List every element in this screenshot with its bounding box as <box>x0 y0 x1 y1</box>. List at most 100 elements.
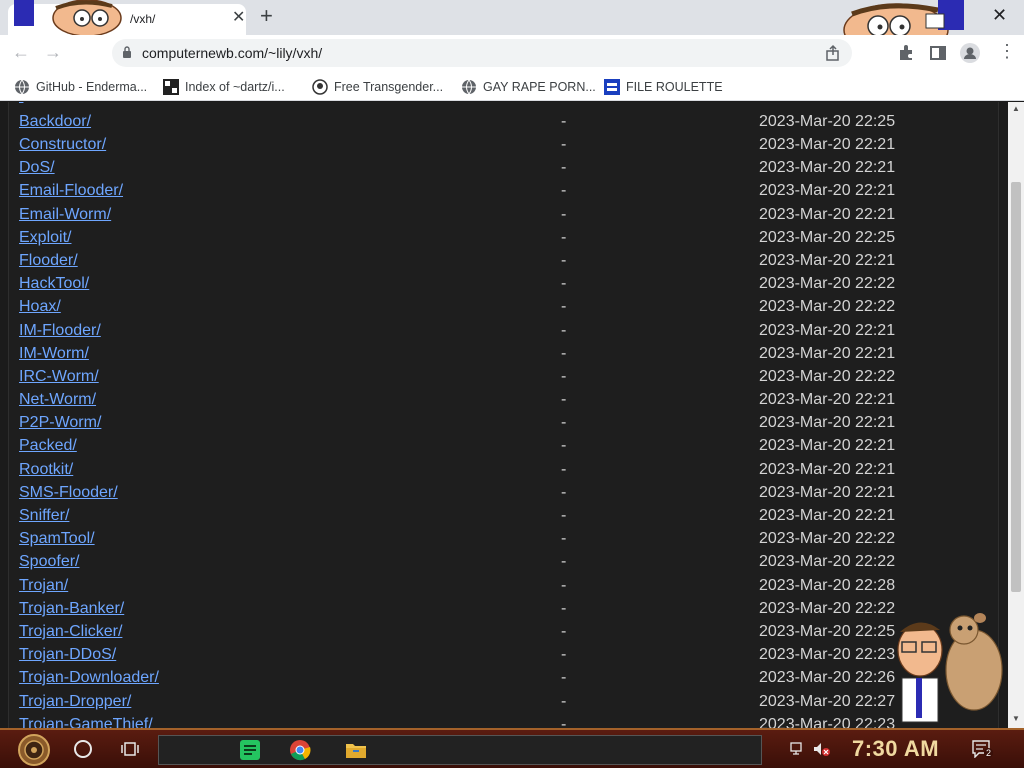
directory-link[interactable]: IRC-Worm/ <box>19 368 99 386</box>
table-row: P2P-Worm/ - 2023-Mar-20 22:21 <box>9 412 1000 435</box>
bookmark-item[interactable]: FILE ROULETTE <box>604 77 723 97</box>
size-cell: - <box>561 461 567 478</box>
directory-link[interactable]: Constructor/ <box>19 136 106 154</box>
directory-link[interactable]: Trojan-GameThief/ <box>19 716 153 728</box>
table-row: Email-Flooder/ - 2023-Mar-20 22:21 <box>9 180 1000 203</box>
size-cell: - <box>561 693 567 710</box>
table-row: IM-Flooder/ - 2023-Mar-20 22:21 <box>9 320 1000 343</box>
parent-directory-link-cut[interactable] <box>19 102 23 106</box>
table-row: Net-Worm/ - 2023-Mar-20 22:21 <box>9 389 1000 412</box>
browser-tab[interactable]: /vxh/ ✕ <box>8 0 246 37</box>
directory-link[interactable]: Trojan-Dropper/ <box>19 693 131 711</box>
size-cell: - <box>561 530 567 547</box>
bookmark-item[interactable]: GitHub - Enderma... <box>14 77 147 97</box>
table-row: Trojan/ - 2023-Mar-20 22:28 <box>9 575 1000 598</box>
directory-link[interactable]: Email-Worm/ <box>19 206 111 224</box>
size-cell: - <box>561 600 567 617</box>
date-cell: 2023-Mar-20 22:26 <box>759 669 896 686</box>
table-row: IM-Worm/ - 2023-Mar-20 22:21 <box>9 343 1000 366</box>
desktop-screen: /vxh/ ✕ + ✕ ← → computernewb.com/~lily/v… <box>0 0 1024 768</box>
bookmark-item[interactable]: GAY RAPE PORN... <box>461 77 596 97</box>
site-icon <box>604 79 620 95</box>
chrome-icon[interactable] <box>289 739 311 761</box>
date-cell: 2023-Mar-20 22:27 <box>759 693 896 710</box>
date-cell: 2023-Mar-20 22:21 <box>759 252 896 269</box>
site-icon <box>312 79 328 95</box>
taskbar-clock[interactable]: 7:30 AM <box>852 736 939 762</box>
size-cell: - <box>561 206 567 223</box>
start-button-icon[interactable] <box>12 733 56 767</box>
directory-link[interactable]: Trojan-Banker/ <box>19 600 124 618</box>
directory-link[interactable]: Exploit/ <box>19 229 71 247</box>
directory-link[interactable]: Flooder/ <box>19 252 78 270</box>
directory-link[interactable]: Rootkit/ <box>19 461 73 479</box>
bookmark-item[interactable]: Free Transgender... <box>312 77 443 97</box>
size-cell: - <box>561 507 567 524</box>
date-cell: 2023-Mar-20 22:21 <box>759 206 896 223</box>
cortana-search-icon[interactable] <box>74 740 92 758</box>
directory-link[interactable]: Net-Worm/ <box>19 391 96 409</box>
date-cell: 2023-Mar-20 22:21 <box>759 391 896 408</box>
date-cell: 2023-Mar-20 22:22 <box>759 275 896 292</box>
directory-link[interactable]: Email-Flooder/ <box>19 182 123 200</box>
table-row: HackTool/ - 2023-Mar-20 22:22 <box>9 273 1000 296</box>
window-close-button[interactable]: ✕ <box>992 5 1007 26</box>
directory-link[interactable]: IM-Flooder/ <box>19 322 101 340</box>
scroll-up-arrow-icon[interactable]: ▲ <box>1012 104 1020 113</box>
back-arrow-icon[interactable]: ← <box>12 43 30 61</box>
directory-link[interactable]: Hoax/ <box>19 298 61 316</box>
task-view-icon[interactable] <box>121 740 139 758</box>
browser-toolbar: ← → computernewb.com/~lily/vxh/ ⋮ <box>0 35 1024 71</box>
directory-link[interactable]: Trojan-DDoS/ <box>19 646 116 664</box>
profile-avatar-icon[interactable] <box>960 43 980 63</box>
directory-link[interactable]: IM-Worm/ <box>19 345 89 363</box>
directory-link[interactable]: Trojan-Downloader/ <box>19 669 159 687</box>
size-cell: - <box>561 159 567 176</box>
directory-link[interactable]: P2P-Worm/ <box>19 414 101 432</box>
new-tab-button[interactable]: + <box>260 5 273 27</box>
browser-tab-strip: /vxh/ ✕ + ✕ <box>0 0 1024 57</box>
table-row: Spoofer/ - 2023-Mar-20 22:22 <box>9 551 1000 574</box>
directory-link[interactable]: SpamTool/ <box>19 530 95 548</box>
date-cell: 2023-Mar-20 22:21 <box>759 507 896 524</box>
site-icon <box>163 79 179 95</box>
notification-center-icon[interactable]: 2 <box>972 740 994 759</box>
browser-menu-icon[interactable]: ⋮ <box>998 41 1016 62</box>
tab-title: /vxh/ <box>130 12 156 26</box>
side-panel-icon[interactable] <box>929 44 947 62</box>
scrollbar-thumb[interactable] <box>1011 182 1021 592</box>
date-cell: 2023-Mar-20 22:21 <box>759 182 896 199</box>
directory-link[interactable]: HackTool/ <box>19 275 89 293</box>
directory-link[interactable]: Spoofer/ <box>19 553 79 571</box>
parent-directory-row[interactable] <box>9 102 1000 109</box>
date-cell: 2023-Mar-20 22:21 <box>759 484 896 501</box>
directory-link[interactable]: DoS/ <box>19 159 55 177</box>
tab-close-icon[interactable]: ✕ <box>232 10 245 26</box>
size-cell: - <box>561 345 567 362</box>
directory-link[interactable]: Trojan/ <box>19 577 68 595</box>
size-cell: - <box>561 136 567 153</box>
share-icon[interactable] <box>824 44 842 62</box>
file-explorer-icon[interactable] <box>345 739 367 761</box>
directory-link[interactable]: Sniffer/ <box>19 507 69 525</box>
date-cell: 2023-Mar-20 22:28 <box>759 577 896 594</box>
scroll-down-arrow-icon[interactable]: ▼ <box>1012 714 1020 723</box>
extensions-puzzle-icon[interactable] <box>897 44 915 62</box>
table-row: SMS-Flooder/ - 2023-Mar-20 22:21 <box>9 482 1000 505</box>
directory-link[interactable]: SMS-Flooder/ <box>19 484 118 502</box>
network-icon[interactable] <box>790 742 806 756</box>
volume-muted-icon[interactable] <box>813 742 831 756</box>
date-cell: 2023-Mar-20 22:25 <box>759 623 896 640</box>
size-cell: - <box>561 275 567 292</box>
bookmark-item[interactable]: Index of ~dartz/i... <box>163 77 285 97</box>
notes-app-icon[interactable] <box>239 739 261 761</box>
date-cell: 2023-Mar-20 22:21 <box>759 437 896 454</box>
directory-link[interactable]: Trojan-Clicker/ <box>19 623 122 641</box>
page-scrollbar[interactable]: ▲ ▼ <box>1008 102 1024 728</box>
address-bar[interactable]: computernewb.com/~lily/vxh/ <box>112 39 852 67</box>
directory-link[interactable]: Packed/ <box>19 437 77 455</box>
forward-arrow-icon[interactable]: → <box>44 43 62 61</box>
directory-link[interactable]: Backdoor/ <box>19 113 91 131</box>
globe-icon <box>462 79 476 95</box>
date-cell: 2023-Mar-20 22:22 <box>759 298 896 315</box>
